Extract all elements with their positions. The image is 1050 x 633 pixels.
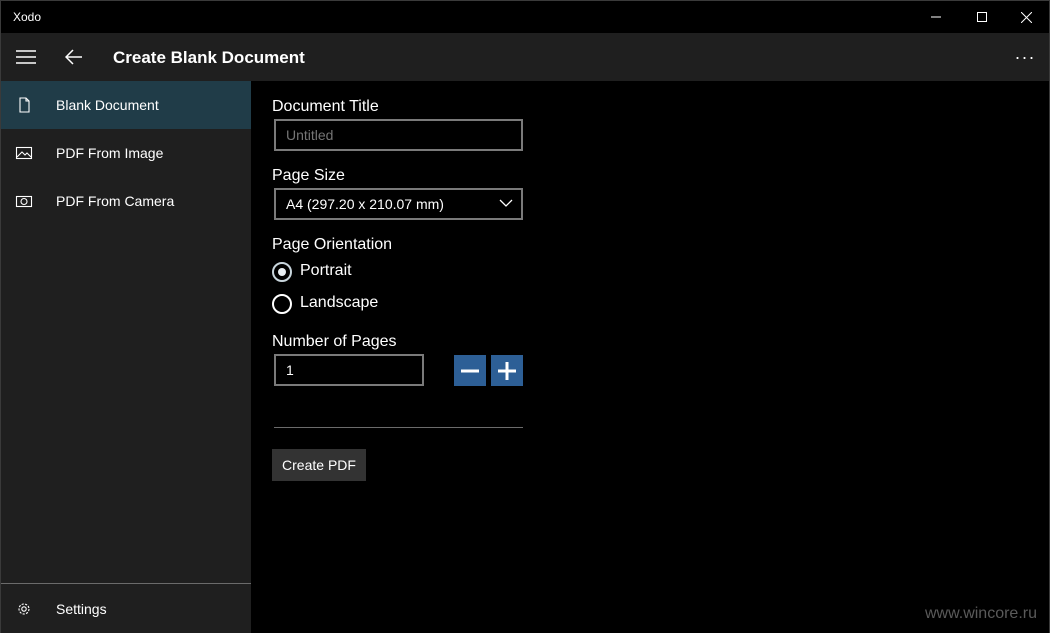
title-bar: Xodo — [1, 1, 1049, 33]
form-divider — [274, 427, 523, 428]
increment-button[interactable] — [491, 355, 523, 386]
sidebar-item-pdf-from-image[interactable]: PDF From Image — [1, 129, 251, 177]
radio-circle — [272, 294, 292, 314]
more-options-button[interactable]: ··· — [1007, 33, 1043, 81]
maximize-button[interactable] — [959, 1, 1005, 33]
sidebar-divider — [1, 583, 251, 584]
hamburger-icon — [16, 50, 36, 64]
page-size-value: A4 (297.20 x 210.07 mm) — [286, 196, 444, 212]
sidebar-item-label: Blank Document — [56, 97, 159, 113]
minimize-button[interactable] — [913, 1, 959, 33]
sidebar-item-label: Settings — [56, 601, 107, 617]
create-pdf-label: Create PDF — [282, 457, 356, 473]
image-icon — [15, 146, 33, 160]
number-of-pages-input[interactable] — [274, 354, 424, 386]
radio-landscape-label: Landscape — [300, 294, 379, 311]
create-pdf-button[interactable]: Create PDF — [272, 449, 366, 481]
hamburger-button[interactable] — [1, 33, 51, 81]
app-header: Create Blank Document ··· — [1, 33, 1049, 81]
document-title-input[interactable] — [274, 119, 523, 151]
back-arrow-icon — [65, 49, 82, 65]
watermark-text: www.wincore.ru — [924, 605, 1037, 622]
minimize-icon — [931, 16, 941, 18]
sidebar-item-pdf-from-camera[interactable]: PDF From Camera — [1, 177, 251, 225]
camera-icon — [15, 195, 33, 208]
page-title: Create Blank Document — [113, 48, 305, 67]
maximize-icon — [977, 12, 987, 22]
page-size-label: Page Size — [272, 167, 345, 184]
sidebar: Blank Document PDF From Image PDF From C… — [1, 81, 251, 633]
close-icon — [1020, 11, 1032, 23]
sidebar-item-blank-document[interactable]: Blank Document — [1, 81, 251, 129]
sidebar-item-label: PDF From Camera — [56, 193, 175, 209]
minus-icon — [461, 369, 479, 372]
document-icon — [19, 97, 30, 113]
document-title-label: Document Title — [272, 98, 379, 115]
main-content: Document Title Page Size A4 (297.20 x 21… — [251, 81, 1049, 633]
number-of-pages-label: Number of Pages — [272, 333, 397, 350]
back-button[interactable] — [51, 33, 97, 81]
gear-icon — [18, 603, 30, 615]
chevron-down-icon — [499, 199, 513, 207]
more-icon: ··· — [1014, 46, 1036, 67]
radio-circle — [272, 262, 292, 282]
radio-portrait-label: Portrait — [300, 262, 352, 279]
radio-dot — [278, 268, 286, 276]
close-button[interactable] — [1003, 1, 1049, 33]
app-window: Xodo Create Blank Document ··· Blank Doc… — [0, 0, 1050, 633]
plus-icon — [498, 361, 516, 380]
decrement-button[interactable] — [454, 355, 486, 386]
sidebar-item-settings[interactable]: Settings — [1, 585, 251, 633]
app-title: Xodo — [13, 10, 42, 24]
page-size-select[interactable]: A4 (297.20 x 210.07 mm) — [274, 188, 523, 220]
sidebar-item-label: PDF From Image — [56, 145, 164, 161]
page-orientation-label: Page Orientation — [272, 236, 393, 253]
